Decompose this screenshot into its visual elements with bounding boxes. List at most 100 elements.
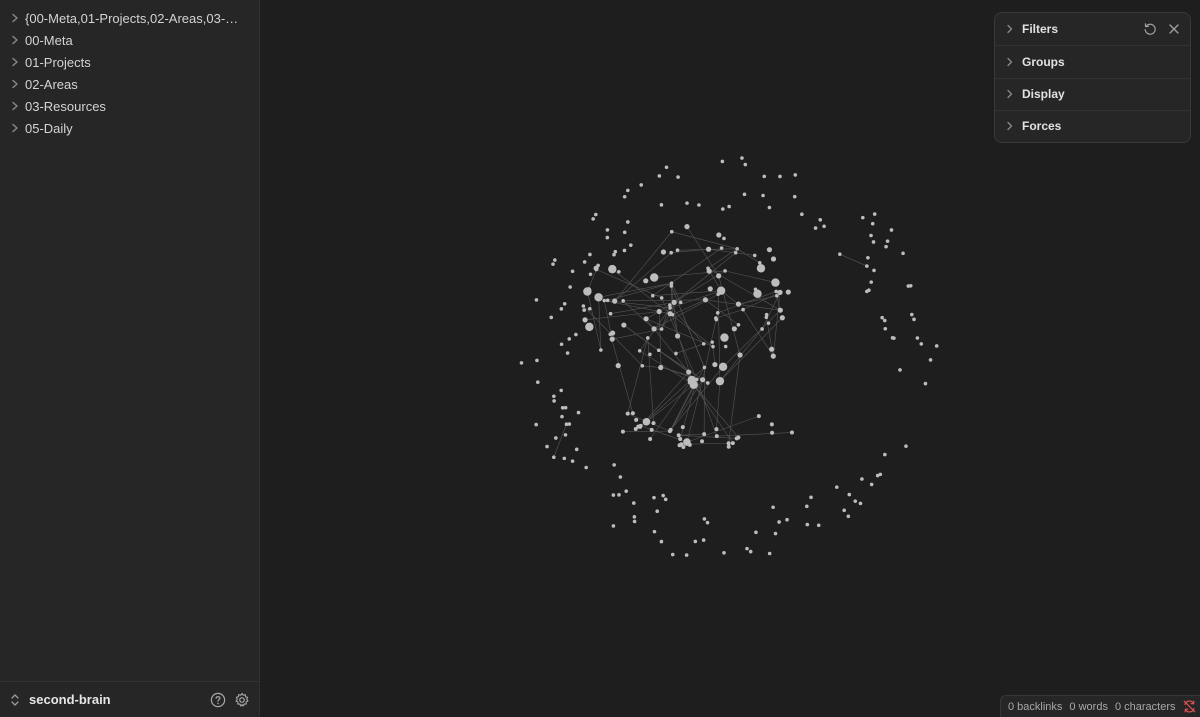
- graph-node[interactable]: [668, 303, 672, 308]
- graph-node[interactable]: [645, 336, 650, 340]
- graph-node[interactable]: [551, 262, 555, 266]
- graph-node[interactable]: [637, 348, 642, 353]
- graph-node[interactable]: [773, 531, 778, 536]
- graph-node[interactable]: [660, 249, 667, 255]
- graph-node[interactable]: [705, 381, 710, 385]
- graph-node[interactable]: [720, 159, 725, 164]
- graph-node[interactable]: [559, 342, 564, 347]
- graph-node[interactable]: [534, 298, 539, 302]
- graph-node[interactable]: [869, 233, 873, 238]
- graph-node[interactable]: [710, 340, 715, 344]
- graph-node[interactable]: [865, 264, 869, 268]
- graph-node[interactable]: [612, 298, 618, 304]
- graph-node[interactable]: [711, 344, 715, 349]
- graph-node[interactable]: [923, 381, 928, 386]
- graph-node[interactable]: [805, 504, 809, 509]
- graph-node[interactable]: [834, 485, 839, 489]
- graph-node[interactable]: [700, 377, 706, 383]
- graph-node[interactable]: [615, 363, 621, 369]
- graph-node[interactable]: [652, 495, 656, 500]
- graph-node[interactable]: [648, 352, 652, 357]
- graph-node[interactable]: [643, 278, 649, 284]
- graph-node[interactable]: [659, 327, 664, 331]
- graph-node[interactable]: [702, 432, 707, 437]
- graph-node[interactable]: [700, 439, 705, 444]
- folder-item-02-areas[interactable]: 02-Areas: [0, 73, 260, 95]
- graph-node[interactable]: [669, 250, 673, 255]
- graph-node[interactable]: [536, 380, 540, 385]
- graph-node[interactable]: [585, 322, 594, 332]
- graph-node[interactable]: [909, 312, 914, 317]
- graph-node[interactable]: [756, 414, 761, 419]
- graph-node[interactable]: [667, 429, 672, 434]
- graph-node[interactable]: [866, 255, 870, 260]
- graph-node[interactable]: [871, 240, 876, 244]
- graph-node[interactable]: [707, 286, 713, 292]
- graph-node[interactable]: [777, 520, 781, 524]
- graph-node[interactable]: [678, 300, 683, 305]
- graph-node[interactable]: [934, 344, 939, 348]
- graph-node[interactable]: [701, 538, 706, 542]
- graph-node[interactable]: [642, 417, 651, 426]
- graph-node[interactable]: [769, 346, 775, 352]
- graph-node[interactable]: [697, 203, 701, 207]
- graph-node[interactable]: [822, 224, 826, 229]
- graph-node[interactable]: [915, 336, 920, 340]
- graph-node[interactable]: [778, 174, 782, 179]
- graph-node[interactable]: [562, 456, 567, 461]
- graph-node[interactable]: [667, 311, 673, 317]
- graph-node[interactable]: [570, 459, 575, 463]
- help-icon[interactable]: [210, 692, 226, 708]
- graph-node[interactable]: [719, 246, 724, 250]
- graph-node[interactable]: [766, 247, 773, 253]
- graph-node[interactable]: [565, 351, 570, 355]
- graph-node[interactable]: [770, 430, 775, 435]
- graph-node[interactable]: [860, 477, 864, 481]
- graph-node[interactable]: [901, 251, 905, 256]
- graph-node[interactable]: [659, 365, 663, 369]
- graph-node[interactable]: [570, 269, 575, 274]
- graph-node[interactable]: [651, 326, 657, 332]
- graph-node[interactable]: [551, 455, 556, 460]
- graph-node[interactable]: [649, 273, 659, 282]
- graph-node[interactable]: [602, 298, 607, 303]
- graph-node[interactable]: [869, 482, 874, 487]
- graph-node[interactable]: [620, 429, 625, 434]
- graph-node[interactable]: [632, 501, 636, 505]
- graph-node[interactable]: [594, 293, 603, 302]
- graph-node[interactable]: [735, 247, 739, 251]
- graph-node[interactable]: [686, 369, 692, 375]
- graph-node[interactable]: [674, 351, 678, 356]
- graph-node[interactable]: [655, 509, 660, 514]
- graph-node[interactable]: [574, 447, 579, 452]
- graph-node[interactable]: [723, 269, 727, 273]
- graph-node[interactable]: [706, 266, 710, 271]
- graph-node[interactable]: [875, 473, 880, 478]
- graph-node[interactable]: [678, 437, 683, 442]
- graph-node[interactable]: [632, 519, 637, 524]
- graph-node[interactable]: [733, 250, 738, 255]
- graph-node[interactable]: [670, 552, 675, 557]
- graph-node[interactable]: [753, 287, 758, 292]
- folder-item-combined[interactable]: {00-Meta,01-Projects,02-Areas,03-Resourc…: [0, 7, 260, 29]
- graph-node[interactable]: [612, 463, 616, 467]
- graph-node[interactable]: [792, 194, 797, 199]
- graph-node[interactable]: [884, 244, 888, 249]
- graph-node[interactable]: [621, 322, 627, 328]
- graph-node[interactable]: [583, 287, 592, 296]
- graph-node[interactable]: [674, 333, 681, 339]
- graph-node[interactable]: [676, 175, 680, 179]
- graph-node[interactable]: [793, 173, 798, 177]
- graph-node[interactable]: [568, 285, 572, 289]
- graph-node[interactable]: [898, 368, 902, 372]
- graph-node[interactable]: [731, 326, 737, 332]
- graph-node[interactable]: [675, 248, 680, 253]
- graph-node[interactable]: [767, 205, 772, 210]
- graph-node[interactable]: [676, 433, 681, 438]
- graph-node[interactable]: [639, 183, 644, 187]
- graph-node[interactable]: [872, 268, 876, 273]
- graph-node[interactable]: [588, 272, 593, 277]
- graph-node[interactable]: [919, 342, 924, 346]
- graph-node[interactable]: [730, 441, 735, 446]
- graph-node[interactable]: [663, 497, 668, 502]
